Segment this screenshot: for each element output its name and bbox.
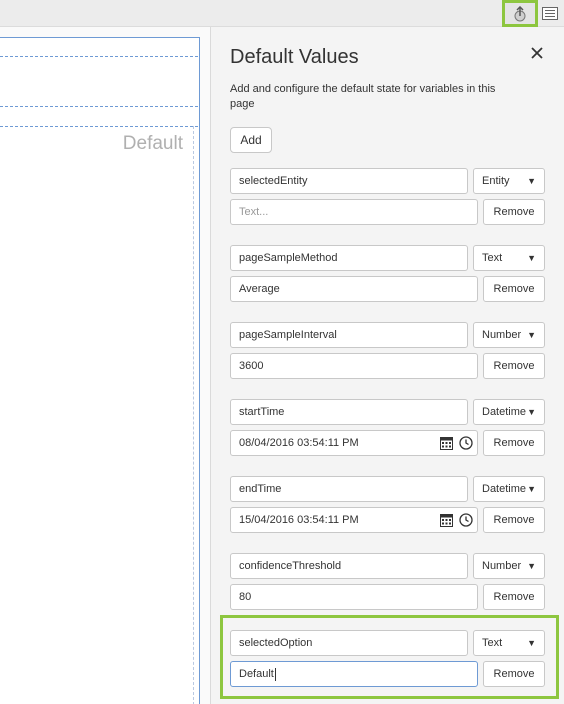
design-canvas: Default [0,27,210,704]
remove-button[interactable]: Remove [483,661,545,687]
app-root: Default Default Values Add and configure… [0,0,564,704]
variable-type-label: Text [482,252,503,264]
list-icon [542,7,558,20]
variable-row: selectedOption Text ▼ Default Remove [230,630,546,690]
panel-description: Add and configure the default state for … [230,83,496,110]
datetime-pickers [440,513,473,527]
remove-button[interactable]: Remove [483,199,545,225]
default-values-panel: Default Values Add and configure the def… [210,27,564,704]
list-button[interactable] [538,0,562,27]
canvas-default-text: Default [122,133,183,154]
caret-down-icon: ▼ [527,561,536,571]
variable-type-select[interactable]: Text ▼ [473,245,545,271]
variable-name-input[interactable]: selectedEntity [230,168,468,194]
top-toolbar [0,0,564,27]
upload-icon [514,5,526,21]
clock-icon[interactable] [459,513,473,527]
calendar-icon[interactable] [440,436,453,450]
clock-icon[interactable] [459,436,473,450]
variable-value-input[interactable]: 3600 [230,353,478,379]
variable-row: confidenceThreshold Number ▼ 80 Remove [230,553,546,613]
variable-type-select[interactable]: Datetime ▼ [473,476,545,502]
remove-button[interactable]: Remove [483,584,545,610]
datetime-value-input[interactable]: 15/04/2016 03:54:11 PM [230,507,478,533]
frame-divider [0,56,198,57]
caret-down-icon: ▼ [527,638,536,648]
panel-title: Default Values [230,46,359,68]
variable-row: pageSampleMethod Text ▼ Average Remove [230,245,546,305]
text-cursor [274,667,276,681]
datetime-value-input[interactable]: 08/04/2016 03:54:11 PM [230,430,478,456]
variable-value-input[interactable]: 80 [230,584,478,610]
variable-type-label: Text [482,637,503,649]
variable-type-select[interactable]: Entity ▼ [473,168,545,194]
variable-value-text: Default [239,668,274,680]
variable-name-input[interactable]: confidenceThreshold [230,553,468,579]
variable-row: selectedEntity Entity ▼ Text... Remove [230,168,546,228]
remove-button[interactable]: Remove [483,430,545,456]
upload-button[interactable] [502,0,538,27]
add-button[interactable]: Add [230,127,272,153]
remove-button[interactable]: Remove [483,507,545,533]
variable-type-select[interactable]: Text ▼ [473,630,545,656]
variable-type-label: Number [482,560,522,572]
close-button[interactable] [527,43,547,63]
frame-divider [0,126,198,127]
variable-name-input[interactable]: startTime [230,399,468,425]
variable-type-label: Datetime [482,406,527,418]
datetime-pickers [440,436,473,450]
variable-name-input[interactable]: endTime [230,476,468,502]
caret-down-icon: ▼ [527,330,536,340]
calendar-icon[interactable] [440,513,453,527]
variable-name-input[interactable]: pageSampleInterval [230,322,468,348]
caret-down-icon: ▼ [527,407,536,417]
variable-type-label: Number [482,329,522,341]
variable-type-label: Entity [482,175,510,187]
variable-type-select[interactable]: Number ▼ [473,553,545,579]
caret-down-icon: ▼ [527,253,536,263]
variable-value-input[interactable]: Default [230,661,478,687]
variable-name-input[interactable]: pageSampleMethod [230,245,468,271]
variable-row: pageSampleInterval Number ▼ 3600 Remove [230,322,546,382]
remove-button[interactable]: Remove [483,276,545,302]
datetime-value-text: 08/04/2016 03:54:11 PM [239,437,359,449]
variable-row: endTime Datetime ▼ 15/04/2016 03:54:11 P… [230,476,546,536]
variable-type-select[interactable]: Datetime ▼ [473,399,545,425]
variable-name-input[interactable]: selectedOption [230,630,468,656]
variable-value-input[interactable]: Average [230,276,478,302]
datetime-value-text: 15/04/2016 03:54:11 PM [239,514,359,526]
remove-button[interactable]: Remove [483,353,545,379]
variable-type-label: Datetime [482,483,527,495]
frame-divider [0,106,198,107]
variable-row: startTime Datetime ▼ 08/04/2016 03:54:11… [230,399,546,459]
caret-down-icon: ▼ [527,176,536,186]
page-frame[interactable]: Default [0,37,200,704]
variable-type-select[interactable]: Number ▼ [473,322,545,348]
caret-down-icon: ▼ [527,484,536,494]
close-icon [531,47,543,59]
variable-value-input[interactable]: Text... [230,199,478,225]
frame-divider [193,126,194,704]
